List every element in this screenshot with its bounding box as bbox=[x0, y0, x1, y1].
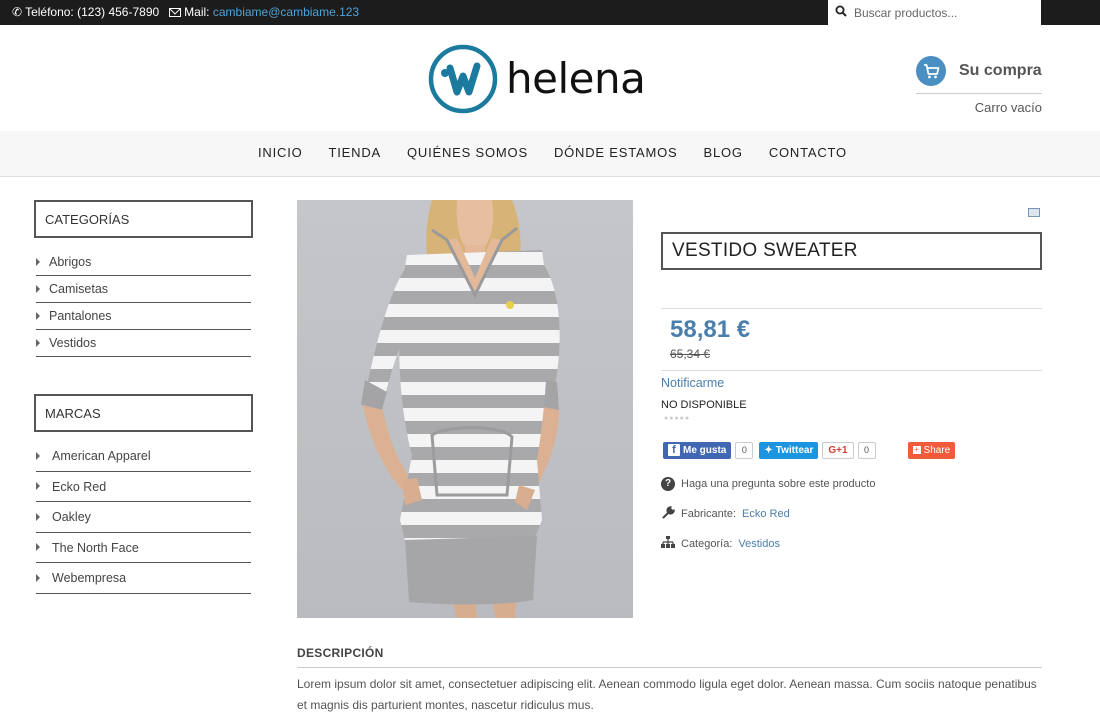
rating-stars-icon: ●●●●● bbox=[664, 415, 691, 422]
description-heading: DESCRIPCIÓN bbox=[297, 646, 384, 660]
manufacturer-label: Fabricante: bbox=[681, 508, 737, 520]
notify-link[interactable]: Notificarme bbox=[661, 376, 724, 390]
sitemap-icon bbox=[661, 536, 675, 551]
availability-status: NO DISPONIBLE bbox=[661, 399, 747, 411]
divider bbox=[661, 370, 1042, 371]
cart-status: Carro vacío bbox=[974, 100, 1042, 115]
share-icon: + bbox=[912, 445, 921, 454]
facebook-icon: f bbox=[668, 444, 680, 456]
phone-label: Teléfono: (123) 456-7890 bbox=[25, 5, 160, 19]
brand-item-ecko-red[interactable]: Ecko Red bbox=[36, 472, 251, 502]
google-plus-label: G+1 bbox=[828, 444, 848, 456]
logo-text: helena bbox=[506, 54, 646, 103]
category-item-camisetas[interactable]: Camisetas bbox=[36, 276, 251, 303]
product-old-price: 65,34 € bbox=[670, 347, 711, 361]
mail-info: Mail: cambiame@cambiame.123 bbox=[169, 5, 359, 19]
category-item-pantalones[interactable]: Pantalones bbox=[36, 303, 251, 330]
email-icon[interactable] bbox=[1028, 208, 1040, 217]
wrench-icon bbox=[661, 506, 675, 522]
logo-mark-icon bbox=[428, 44, 498, 114]
nav-list: INICIO TIENDA QUIÉNES SOMOS DÓNDE ESTAMO… bbox=[258, 145, 873, 160]
brand-item-american-apparel[interactable]: American Apparel bbox=[36, 441, 251, 472]
product-photo bbox=[361, 200, 560, 618]
nav-item-inicio[interactable]: INICIO bbox=[258, 145, 303, 160]
top-bar: ✆ Teléfono: (123) 456-7890 Mail: cambiame… bbox=[0, 0, 1100, 25]
envelope-icon bbox=[169, 8, 182, 17]
facebook-like-count: 0 bbox=[735, 441, 754, 459]
contact-info: ✆ Teléfono: (123) 456-7890 Mail: cambiame… bbox=[12, 5, 359, 19]
search-box bbox=[828, 0, 1041, 25]
social-buttons: f Me gusta 0 ✦ Twittear G+1 0 + Share bbox=[663, 441, 956, 459]
product-title: VESTIDO SWEATER bbox=[672, 240, 858, 261]
brands-list: American Apparel Ecko Red Oakley The Nor… bbox=[36, 441, 251, 594]
search-icon[interactable] bbox=[828, 5, 854, 20]
share-label: Share bbox=[923, 444, 951, 456]
cart-icon[interactable] bbox=[916, 56, 946, 86]
google-plus-count: 0 bbox=[857, 441, 876, 459]
categories-heading: CATEGORÍAS bbox=[34, 200, 253, 238]
divider bbox=[661, 308, 1042, 309]
description-text: Lorem ipsum dolor sit amet, consectetuer… bbox=[297, 677, 1037, 712]
brand-item-oakley[interactable]: Oakley bbox=[36, 502, 251, 533]
facebook-like-label: Me gusta bbox=[683, 444, 727, 456]
category-item-vestidos[interactable]: Vestidos bbox=[36, 330, 251, 357]
mail-label: Mail: bbox=[184, 5, 210, 19]
product-image[interactable] bbox=[297, 200, 633, 618]
nav-item-blog[interactable]: BLOG bbox=[704, 145, 743, 160]
divider bbox=[297, 667, 1042, 668]
brand-item-the-north-face[interactable]: The North Face bbox=[36, 533, 251, 563]
manufacturer-link[interactable]: Ecko Red bbox=[742, 508, 790, 520]
category-link[interactable]: Vestidos bbox=[738, 538, 780, 550]
twitter-tweet-button[interactable]: ✦ Twittear bbox=[759, 441, 819, 459]
category-label: Categoría: bbox=[681, 537, 733, 550]
nav-item-quienes-somos[interactable]: QUIÉNES SOMOS bbox=[407, 145, 528, 160]
ask-question-link[interactable]: ? Haga una pregunta sobre este producto bbox=[661, 477, 875, 491]
main-nav: INICIO TIENDA QUIÉNES SOMOS DÓNDE ESTAMO… bbox=[0, 131, 1100, 177]
phone-info: ✆ Teléfono: (123) 456-7890 bbox=[12, 5, 159, 19]
nav-item-tienda[interactable]: TIENDA bbox=[329, 145, 381, 160]
twitter-tweet-label: Twittear bbox=[775, 444, 814, 456]
product-price: 58,81 € bbox=[670, 316, 751, 343]
category-item-abrigos[interactable]: Abrigos bbox=[36, 249, 251, 276]
phone-icon: ✆ bbox=[12, 5, 23, 19]
mail-link[interactable]: cambiame@cambiame.123 bbox=[213, 5, 359, 19]
google-plus-button[interactable]: G+1 bbox=[822, 441, 854, 459]
ask-question-label: Haga una pregunta sobre este producto bbox=[681, 478, 876, 490]
brand-item-webempresa[interactable]: Webempresa bbox=[36, 563, 251, 594]
site-logo[interactable]: helena bbox=[428, 44, 646, 114]
search-input[interactable] bbox=[854, 5, 1034, 20]
product-title-box: VESTIDO SWEATER bbox=[661, 232, 1042, 270]
question-icon: ? bbox=[661, 477, 675, 491]
twitter-icon: ✦ bbox=[764, 444, 773, 456]
category-info: Categoría: Vestidos bbox=[661, 536, 780, 551]
facebook-like-button[interactable]: f Me gusta bbox=[663, 441, 732, 459]
divider bbox=[916, 93, 1042, 94]
manufacturer-info: Fabricante: Ecko Red bbox=[661, 506, 790, 522]
nav-item-contacto[interactable]: CONTACTO bbox=[769, 145, 847, 160]
brands-heading: MARCAS bbox=[34, 394, 253, 432]
cart-title[interactable]: Su compra bbox=[959, 62, 1042, 80]
nav-item-donde-estamos[interactable]: DÓNDE ESTAMOS bbox=[554, 145, 678, 160]
categories-list: Abrigos Camisetas Pantalones Vestidos bbox=[36, 249, 251, 357]
share-button[interactable]: + Share bbox=[907, 441, 956, 459]
